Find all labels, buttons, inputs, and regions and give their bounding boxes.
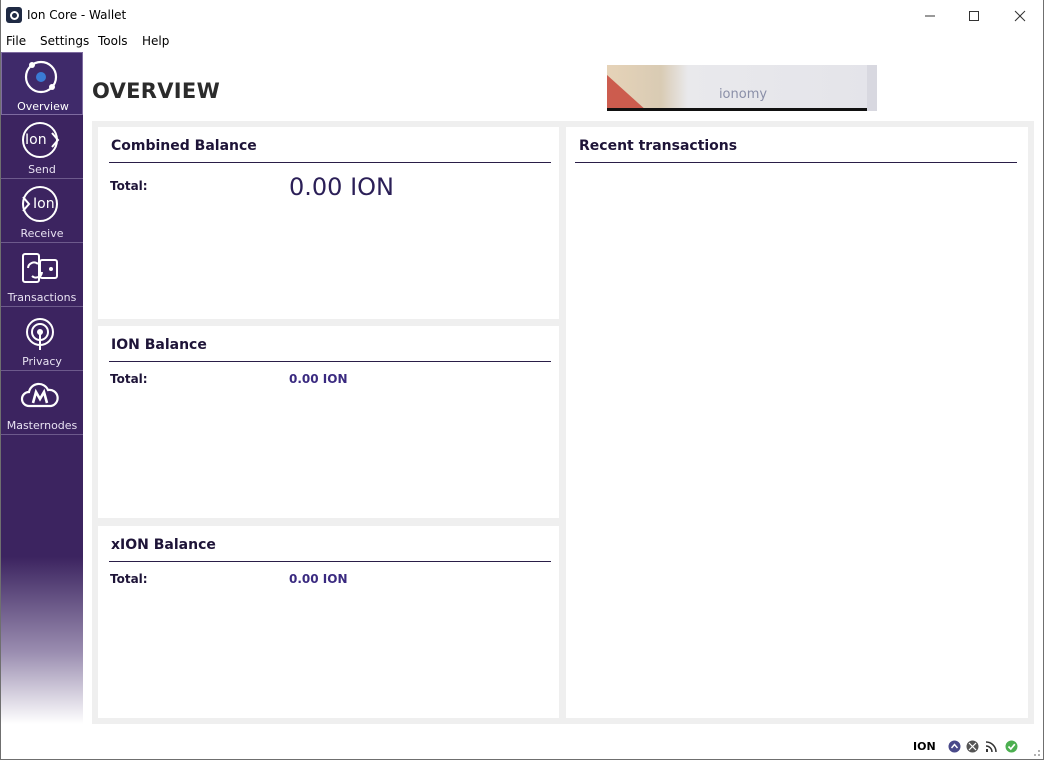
xion-total-value: 0.00 ION: [289, 572, 348, 586]
combined-total-value: 0.00 ION: [289, 173, 394, 201]
sidebar-item-label: Send: [28, 163, 56, 176]
zerocoin-icon: [966, 740, 979, 753]
receive-icon-text: Ion: [33, 196, 55, 212]
page-title: OVERVIEW: [92, 79, 221, 103]
sidebar-item-label: Overview: [17, 100, 69, 113]
staking-icon: [948, 740, 961, 753]
menu-settings[interactable]: Settings: [40, 34, 89, 48]
divider: [109, 162, 551, 163]
synced-icon: [1005, 740, 1018, 753]
minimize-icon: [925, 15, 935, 16]
close-button[interactable]: [997, 0, 1043, 31]
maximize-icon: [969, 10, 979, 21]
ion-total-label: Total:: [110, 372, 148, 386]
ionomy-logo: ionomy: [607, 65, 877, 111]
recent-transactions-title: Recent transactions: [579, 138, 738, 154]
sidebar-item-masternodes[interactable]: Masternodes: [1, 372, 83, 435]
sidebar-item-label: Receive: [20, 227, 64, 240]
ion-balance-panel: ION Balance Total: 0.00 ION: [98, 326, 559, 518]
sidebar-item-send[interactable]: Ion Send: [1, 116, 83, 179]
app-logo-icon: [6, 7, 22, 23]
menu-bar: File Settings Tools Help: [1, 32, 1043, 52]
sidebar-item-transactions[interactable]: Transactions: [1, 244, 83, 307]
status-bar: ION: [1, 735, 1043, 759]
send-icon-text: Ion: [25, 132, 47, 148]
sidebar-item-label: Masternodes: [6, 419, 78, 432]
sidebar-item-overview[interactable]: Overview: [1, 52, 83, 115]
close-icon: [1014, 10, 1026, 21]
recent-transactions-panel: Recent transactions: [566, 127, 1028, 718]
overview-content: Combined Balance Total: 0.00 ION ION Bal…: [92, 121, 1034, 724]
sidebar: Overview Ion Send Ion Receive Transactio…: [1, 52, 83, 724]
sidebar-item-receive[interactable]: Ion Receive: [1, 180, 83, 243]
recent-transactions-list[interactable]: [575, 167, 1019, 712]
masternodes-icon: [20, 382, 59, 408]
window-title: Ion Core - Wallet: [27, 8, 127, 22]
privacy-icon: [26, 318, 54, 350]
title-bar: Ion Core - Wallet: [1, 0, 1043, 31]
ion-total-value: 0.00 ION: [289, 372, 348, 386]
combined-balance-title: Combined Balance: [111, 138, 257, 154]
maximize-button[interactable]: [951, 0, 997, 31]
sidebar-item-label: Transactions: [7, 291, 77, 304]
minimize-button[interactable]: [907, 0, 953, 31]
overview-icon: [24, 60, 58, 94]
app-window: Ion Core - Wallet File Settings Tools He…: [0, 0, 1044, 760]
connections-icon: [985, 741, 997, 753]
xion-balance-panel: xION Balance Total: 0.00 ION: [98, 526, 559, 718]
divider: [109, 361, 551, 362]
menu-help[interactable]: Help: [142, 34, 169, 48]
sidebar-item-privacy[interactable]: Privacy: [1, 308, 83, 371]
combined-total-label: Total:: [110, 179, 148, 193]
resize-grip-icon[interactable]: [1031, 747, 1041, 757]
menu-file[interactable]: File: [6, 34, 26, 48]
divider: [575, 162, 1017, 163]
combined-balance-panel: Combined Balance Total: 0.00 ION: [98, 127, 559, 319]
divider: [109, 561, 551, 562]
sidebar-item-label: Privacy: [22, 355, 62, 368]
transactions-icon: [22, 253, 58, 283]
xion-total-label: Total:: [110, 572, 148, 586]
menu-tools[interactable]: Tools: [98, 34, 128, 48]
logo-text: ionomy: [719, 87, 767, 102]
unit-selector[interactable]: ION: [913, 740, 936, 753]
xion-balance-title: xION Balance: [111, 537, 216, 553]
ion-balance-title: ION Balance: [111, 337, 207, 353]
